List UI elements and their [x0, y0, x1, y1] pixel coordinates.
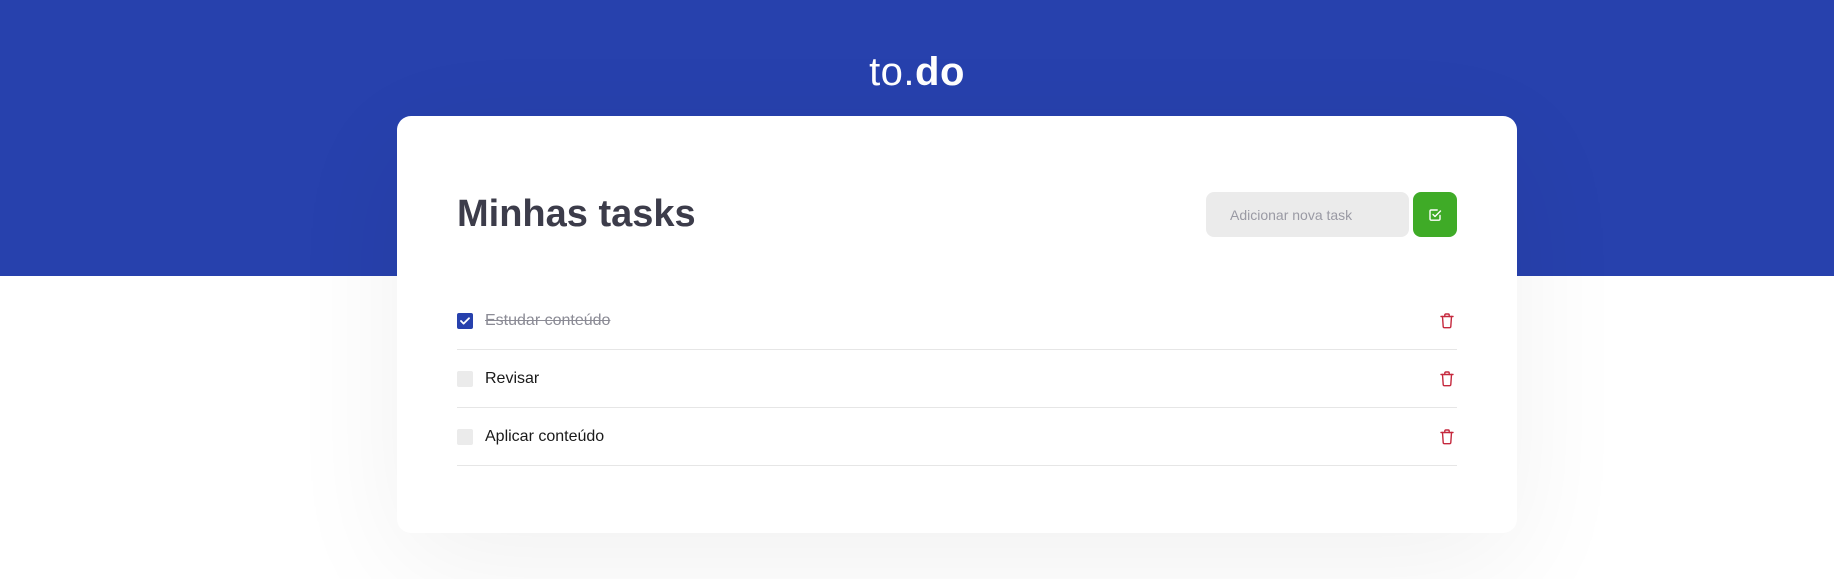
- task-checkbox[interactable]: [457, 312, 473, 329]
- task-item: Aplicar conteúdo: [457, 408, 1457, 466]
- logo-text-light: to.: [869, 50, 916, 94]
- trash-icon: [1440, 370, 1454, 386]
- checkmark-icon: [460, 316, 470, 324]
- check-square-icon: [1429, 208, 1442, 221]
- task-list: Estudar conteúdo Revisar Aplicar conteúd…: [457, 292, 1457, 466]
- task-title: Estudar conteúdo: [485, 311, 611, 329]
- task-checkbox[interactable]: [457, 370, 473, 387]
- page-title: Minhas tasks: [457, 193, 696, 235]
- new-task-input[interactable]: [1206, 192, 1409, 237]
- add-task-button[interactable]: [1413, 192, 1457, 237]
- delete-task-button[interactable]: [1437, 427, 1457, 447]
- task-title: Aplicar conteúdo: [485, 427, 605, 445]
- delete-task-button[interactable]: [1437, 311, 1457, 331]
- logo-text-bold: do: [915, 50, 965, 94]
- trash-icon: [1440, 312, 1454, 328]
- task-item: Revisar: [457, 350, 1457, 408]
- task-title: Revisar: [485, 369, 540, 387]
- trash-icon: [1440, 428, 1454, 444]
- delete-task-button[interactable]: [1437, 369, 1457, 389]
- app-logo: to.do: [0, 46, 1834, 98]
- task-item: Estudar conteúdo: [457, 292, 1457, 350]
- task-card: Minhas tasks Estudar conteúdo: [397, 116, 1517, 533]
- task-checkbox[interactable]: [457, 428, 473, 445]
